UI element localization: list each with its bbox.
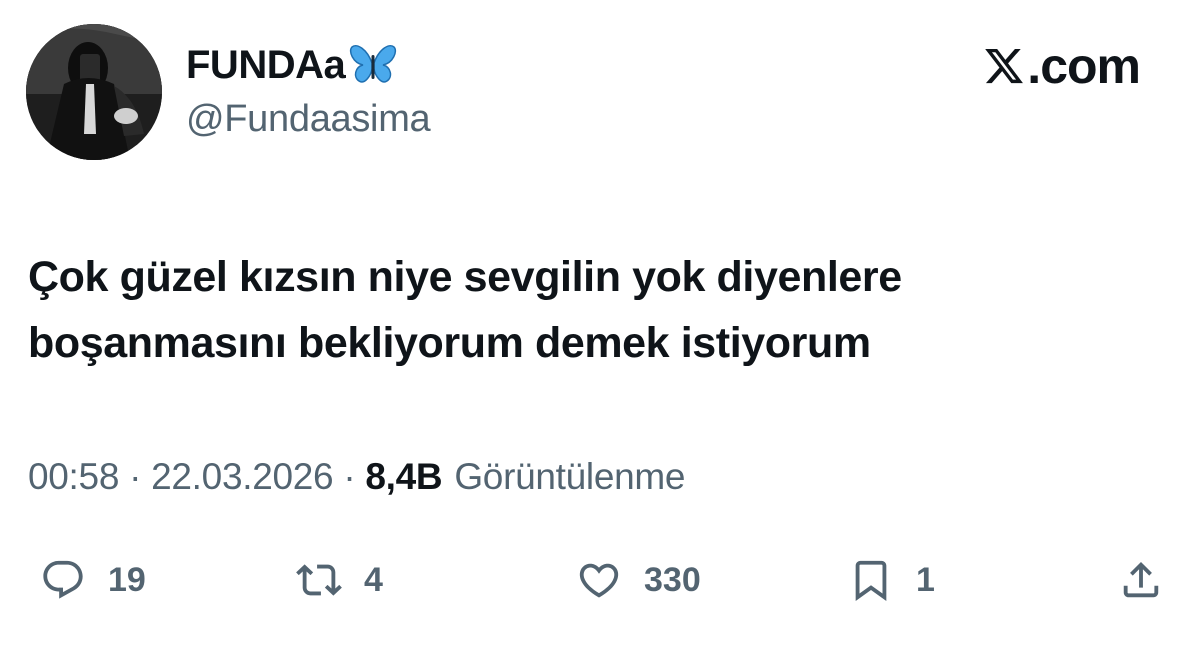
meta-separator: ·: [129, 456, 142, 497]
x-logo-icon: [985, 48, 1024, 84]
bookmark-button[interactable]: 1: [848, 550, 935, 610]
retweet-icon: [296, 564, 342, 596]
tweet-meta: 00:58 · 22.03.2026 · 8,4B Görüntülenme: [28, 452, 685, 502]
heart-icon: [579, 563, 619, 598]
share-icon: [1123, 561, 1159, 598]
tweet-text-line: Çok güzel kızsın niye sevgilin yok diyen…: [28, 253, 902, 301]
bookmark-icon: [855, 560, 887, 601]
reply-button[interactable]: 19: [40, 550, 146, 610]
butterfly-icon: [350, 45, 397, 83]
reply-icon: [43, 560, 83, 599]
meta-separator: ·: [343, 456, 356, 497]
tweet-time[interactable]: 00:58: [28, 456, 119, 498]
share-button[interactable]: [1118, 550, 1164, 610]
x-brand: .com: [983, 38, 1141, 94]
retweet-button[interactable]: 4: [296, 550, 383, 610]
tweet-card: FUNDAa @Fundaasima .com Çok güzel kızsın…: [0, 0, 1200, 668]
like-button[interactable]: 330: [576, 550, 701, 610]
like-count: 330: [644, 560, 701, 599]
author-name-row[interactable]: FUNDAa: [186, 40, 397, 90]
author-handle[interactable]: @Fundaasima: [186, 98, 431, 141]
bookmark-count: 1: [916, 560, 935, 599]
tweet-date[interactable]: 22.03.2026: [151, 456, 333, 498]
avatar[interactable]: [26, 24, 162, 160]
retweet-count: 4: [364, 560, 383, 599]
display-name[interactable]: FUNDAa: [186, 43, 346, 88]
reply-count: 19: [108, 560, 146, 599]
tweet-text: Çok güzel kızsın niye sevgilin yok diyen…: [28, 244, 1168, 376]
views-label: Görüntülenme: [454, 456, 686, 497]
action-bar: 19 4 330 1: [0, 550, 1200, 610]
views-count: 8,4B: [365, 456, 443, 497]
avatar-image: [26, 24, 162, 160]
brand-text: .com: [1027, 38, 1141, 94]
tweet-text-line: boşanmasını bekliyorum demek istiyorum: [28, 319, 871, 367]
